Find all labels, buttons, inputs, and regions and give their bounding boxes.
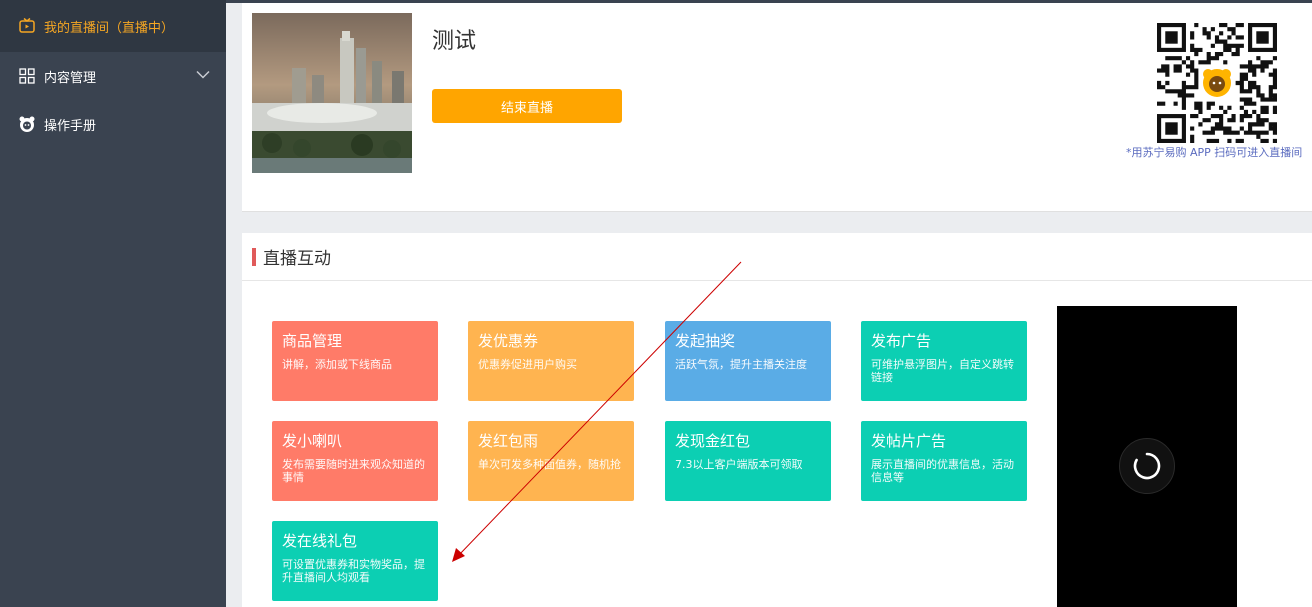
tile-product-management[interactable]: 商品管理 讲解，添加或下线商品 <box>272 321 438 401</box>
suning-lion-icon <box>1203 69 1231 97</box>
live-video-preview[interactable] <box>1057 306 1237 607</box>
section-header: 直播互动 <box>242 233 1312 281</box>
tile-title: 发帖片广告 <box>871 432 947 450</box>
tile-cash-red-packet[interactable]: 发现金红包 7.3以上客户端版本可领取 <box>665 421 831 501</box>
tile-lottery[interactable]: 发起抽奖 活跃气氛，提升主播关注度 <box>665 321 831 401</box>
tile-sticker-ad[interactable]: 发帖片广告 展示直播间的优惠信息，活动信息等 <box>861 421 1027 501</box>
qr-finder <box>1157 23 1186 52</box>
tile-title: 发优惠券 <box>478 332 539 350</box>
sidebar-item-label: 内容管理 <box>44 70 97 86</box>
tile-desc: 发布需要随时进来观众知道的事情 <box>282 458 425 484</box>
tv-icon <box>18 17 36 35</box>
tile-coupon[interactable]: 发优惠券 优惠券促进用户购买 <box>468 321 634 401</box>
tile-title: 发红包雨 <box>478 432 539 450</box>
tile-desc: 活跃气氛，提升主播关注度 <box>675 358 807 371</box>
sidebar-item-label: 我的直播间（直播中） <box>44 20 175 36</box>
tile-red-packet-rain[interactable]: 发红包雨 单次可发多种面值券，随机抢 <box>468 421 634 501</box>
section-title: 直播互动 <box>263 249 331 269</box>
sidebar-item-my-live-room[interactable]: 我的直播间（直播中） <box>0 0 226 52</box>
tile-title: 发现金红包 <box>675 432 751 450</box>
tile-desc: 讲解，添加或下线商品 <box>282 358 392 371</box>
sidebar-item-content-management[interactable]: 内容管理 <box>0 52 226 100</box>
chevron-down-icon[interactable] <box>196 69 210 84</box>
mascot-icon <box>18 115 36 133</box>
room-title: 测试 <box>432 29 477 54</box>
qr-finder <box>1248 23 1277 52</box>
qr-caption: *用苏宁易购 APP 扫码可进入直播间 <box>1126 146 1303 159</box>
tile-title: 发小喇叭 <box>282 432 343 450</box>
tile-desc: 7.3以上客户端版本可领取 <box>675 458 803 471</box>
tile-desc: 展示直播间的优惠信息，活动信息等 <box>871 458 1014 484</box>
section-accent-bar <box>252 247 256 266</box>
live-room-card: 测试 结束直播 *用苏宁易购 APP 扫码可进入直播间 <box>242 3 1312 212</box>
loading-spinner-icon <box>1119 438 1175 494</box>
tile-title: 发在线礼包 <box>282 532 358 550</box>
tile-title: 商品管理 <box>282 332 343 350</box>
tile-desc: 可维护悬浮图片，自定义跳转链接 <box>871 358 1014 384</box>
tile-desc: 可设置优惠券和实物奖品，提升直播间人均观看 <box>282 558 425 584</box>
sidebar-item-label: 操作手册 <box>44 118 97 134</box>
sidebar: 我的直播间（直播中） 内容管理 操作手册 <box>0 0 226 607</box>
end-live-button[interactable]: 结束直播 <box>432 89 622 123</box>
tile-title: 发布广告 <box>871 332 932 350</box>
sidebar-item-manual[interactable]: 操作手册 <box>0 100 226 148</box>
live-interaction-card: 直播互动 商品管理 讲解，添加或下线商品 发优惠券 优惠券促进用户购买 发起抽奖… <box>242 233 1312 607</box>
qr-finder <box>1157 114 1186 143</box>
tile-advertisement[interactable]: 发布广告 可维护悬浮图片，自定义跳转链接 <box>861 321 1027 401</box>
tile-online-gift-pack[interactable]: 发在线礼包 可设置优惠券和实物奖品，提升直播间人均观看 <box>272 521 438 601</box>
qr-code <box>1157 23 1277 143</box>
tile-title: 发起抽奖 <box>675 332 736 350</box>
tile-announcement[interactable]: 发小喇叭 发布需要随时进来观众知道的事情 <box>272 421 438 501</box>
room-cover-image <box>252 13 412 173</box>
grid-icon <box>18 67 36 85</box>
tile-desc: 优惠券促进用户购买 <box>478 358 577 371</box>
tile-desc: 单次可发多种面值券，随机抢 <box>478 458 621 471</box>
